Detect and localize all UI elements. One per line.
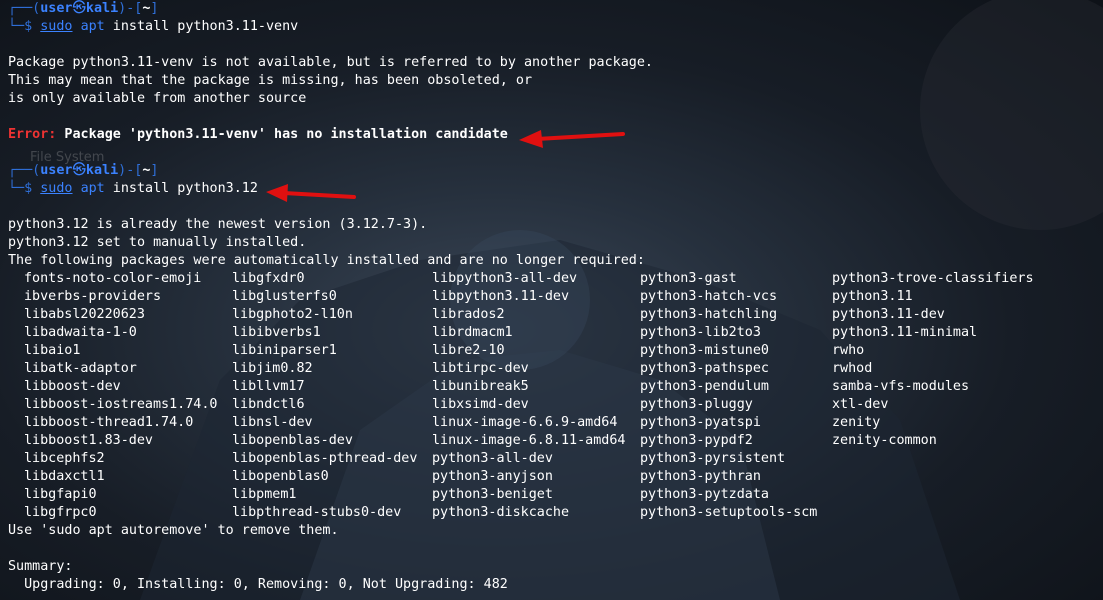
output-line: python3.12 is already the newest version… bbox=[8, 217, 428, 232]
package-name: libgfapi0 bbox=[24, 487, 97, 502]
package-name: librados2 bbox=[432, 307, 505, 322]
package-name: python3-pyatspi bbox=[640, 415, 761, 430]
package-name: rwhod bbox=[832, 361, 873, 376]
annotation-arrow-error bbox=[519, 130, 625, 148]
package-name: python3-pluggy bbox=[640, 397, 753, 412]
package-name: zenity-common bbox=[832, 433, 937, 448]
package-name bbox=[832, 486, 1062, 504]
package-name: python3-all-dev bbox=[432, 451, 553, 466]
package-name: libopenblas0 bbox=[232, 469, 329, 484]
summary-title: Summary: bbox=[8, 559, 73, 574]
package-name: libcephfs2 bbox=[24, 451, 105, 466]
package-name: python3-mistune0 bbox=[640, 343, 769, 358]
package-name: libllvm17 bbox=[232, 379, 305, 394]
package-name: libiniparser1 bbox=[232, 343, 337, 358]
package-list: fonts-noto-color-emoji libgfxdr0 libpython… bbox=[8, 270, 1098, 522]
package-name: libopenblas-dev bbox=[232, 433, 353, 448]
package-name bbox=[832, 468, 1062, 486]
package-name: libunibreak5 bbox=[432, 379, 529, 394]
package-name: python3-pyrsistent bbox=[640, 451, 786, 466]
package-name: python3-hatchling bbox=[640, 307, 778, 322]
package-name: libaio1 bbox=[24, 343, 81, 358]
summary-line: Upgrading: 0, Installing: 0, Removing: 0… bbox=[8, 577, 508, 592]
package-name: python3-lib2to3 bbox=[640, 325, 761, 340]
package-name: libboost1.83-dev bbox=[24, 433, 153, 448]
package-name: fonts-noto-color-emoji bbox=[24, 271, 202, 286]
package-name: python3-anyjson bbox=[432, 469, 553, 484]
terminal-output: ┌──(user㉿kali)-[~] └─$ sudo apt install … bbox=[8, 0, 1098, 594]
package-name: libdaxctl1 bbox=[24, 469, 105, 484]
package-name: libboost-iostreams1.74.0 bbox=[24, 397, 218, 412]
package-name: python3-trove-classifiers bbox=[832, 271, 1034, 286]
package-name: libgfxdr0 bbox=[232, 271, 305, 286]
output-line: Package python3.11-venv is not available… bbox=[8, 55, 653, 70]
package-name: python3-hatch-vcs bbox=[640, 289, 778, 304]
package-name: libgphoto2-l10n bbox=[232, 307, 353, 322]
package-name: linux-image-6.8.11-amd64 bbox=[432, 433, 626, 448]
package-name: python3-pypdf2 bbox=[640, 433, 753, 448]
package-name: python3.11 bbox=[832, 289, 913, 304]
package-name: libpython3.11-dev bbox=[432, 289, 570, 304]
package-name: libatk-adaptor bbox=[24, 361, 137, 376]
package-name: libabsl20220623 bbox=[24, 307, 145, 322]
package-name: libpython3-all-dev bbox=[432, 271, 578, 286]
output-line: This may mean that the package is missin… bbox=[8, 73, 533, 88]
package-name: libboost-thread1.74.0 bbox=[24, 415, 194, 430]
output-line: is only available from another source bbox=[8, 91, 307, 106]
output-line: The following packages were automaticall… bbox=[8, 253, 645, 268]
package-name: python3-beniget bbox=[432, 487, 553, 502]
package-name: python3-setuptools-scm bbox=[640, 505, 818, 520]
package-name: python3-pytzdata bbox=[640, 487, 769, 502]
package-name: libjim0.82 bbox=[232, 361, 313, 376]
package-name: python3.11-dev bbox=[832, 307, 945, 322]
package-name: xtl-dev bbox=[832, 397, 889, 412]
package-name: python3-gast bbox=[640, 271, 737, 286]
output-line: Use 'sudo apt autoremove' to remove them… bbox=[8, 523, 339, 538]
package-name bbox=[832, 450, 1062, 468]
package-name: libopenblas-pthread-dev bbox=[232, 451, 418, 466]
package-name: python3-pythran bbox=[640, 469, 761, 484]
package-name: python3.11-minimal bbox=[832, 325, 978, 340]
package-name: libre2-10 bbox=[432, 343, 505, 358]
package-name: samba-vfs-modules bbox=[832, 379, 970, 394]
package-name: libibverbs1 bbox=[232, 325, 321, 340]
package-name: libboost-dev bbox=[24, 379, 121, 394]
command-line[interactable]: └─$ sudo apt install python3.12 bbox=[8, 180, 1098, 198]
package-name: libpmem1 bbox=[232, 487, 297, 502]
package-name: python3-diskcache bbox=[432, 505, 570, 520]
prompt-header: ┌──(user㉿kali)-[~] bbox=[8, 1, 159, 16]
package-name bbox=[832, 504, 1062, 522]
package-name: ibverbs-providers bbox=[24, 289, 162, 304]
package-name: libtirpc-dev bbox=[432, 361, 529, 376]
package-name: libglusterfs0 bbox=[232, 289, 337, 304]
prompt-header: ┌──(user㉿kali)-[~] bbox=[8, 163, 159, 178]
package-name: libndctl6 bbox=[232, 397, 305, 412]
package-name: libpthread-stubs0-dev bbox=[232, 505, 402, 520]
package-name: python3-pendulum bbox=[640, 379, 769, 394]
package-name: rwho bbox=[832, 343, 865, 358]
package-name: libadwaita-1-0 bbox=[24, 325, 137, 340]
package-name: libgfrpc0 bbox=[24, 505, 97, 520]
package-name: linux-image-6.6.9-amd64 bbox=[432, 415, 618, 430]
package-name: python3-pathspec bbox=[640, 361, 769, 376]
annotation-arrow-command bbox=[266, 184, 356, 202]
package-name: libxsimd-dev bbox=[432, 397, 529, 412]
package-name: libnsl-dev bbox=[232, 415, 313, 430]
command-line[interactable]: └─$ sudo apt install python3.11-venv bbox=[8, 18, 1098, 36]
package-name: zenity bbox=[832, 415, 881, 430]
package-name: librdmacm1 bbox=[432, 325, 513, 340]
output-line: python3.12 set to manually installed. bbox=[8, 235, 307, 250]
